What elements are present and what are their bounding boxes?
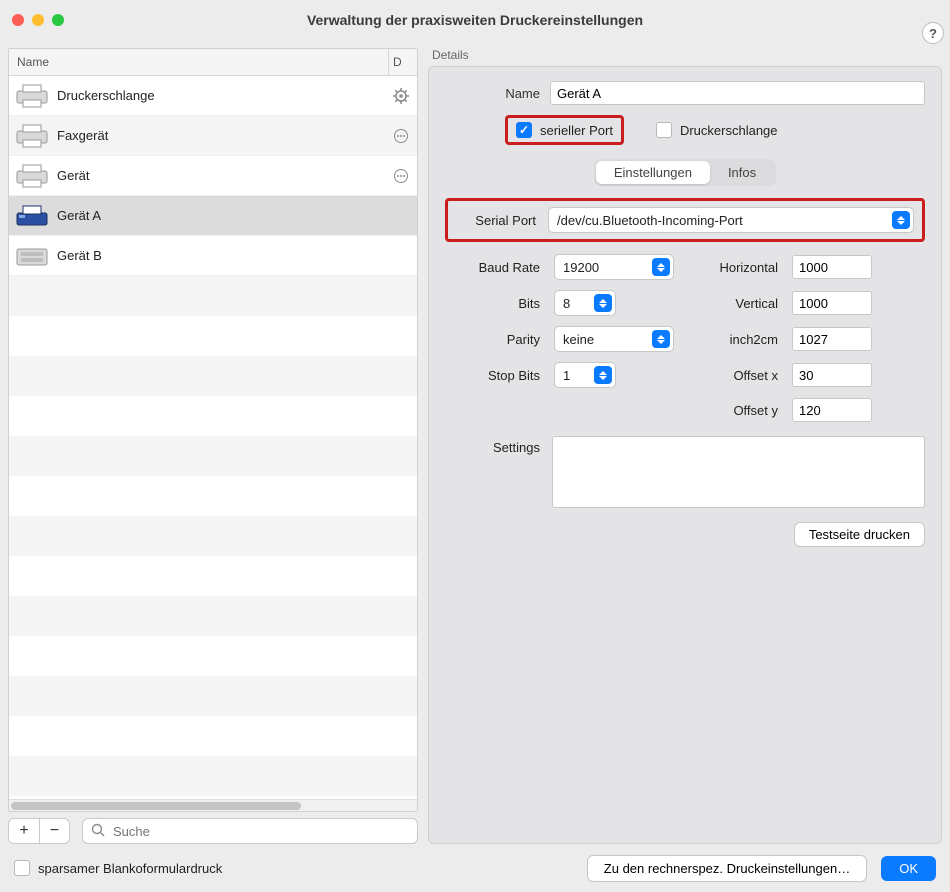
empty-row	[9, 756, 417, 796]
bits-label: Bits	[445, 296, 540, 311]
zoom-window-button[interactable]	[52, 14, 64, 26]
chevron-updown-icon	[892, 211, 910, 229]
empty-row	[9, 516, 417, 556]
sparse-blank-checkbox[interactable]: sparsamer Blankoformulardruck	[14, 860, 222, 876]
checkbox-icon	[14, 860, 30, 876]
stopbits-select[interactable]: 1	[554, 362, 616, 388]
offsetx-label: Offset x	[688, 368, 778, 383]
empty-row	[9, 596, 417, 636]
remove-button[interactable]: −	[39, 819, 69, 843]
name-label: Name	[445, 86, 540, 101]
stopbits-label: Stop Bits	[445, 368, 540, 383]
list-item-label: Gerät	[57, 168, 391, 183]
more-icon[interactable]	[391, 166, 411, 186]
serial-port-checkbox[interactable]: serieller Port	[505, 115, 624, 145]
horizontal-field[interactable]	[792, 255, 872, 279]
col-d[interactable]: D	[389, 49, 417, 75]
name-field[interactable]	[550, 81, 925, 105]
list-item[interactable]: Gerät A	[9, 196, 417, 236]
serial-port-value: /dev/cu.Bluetooth-Incoming-Port	[557, 213, 743, 228]
bits-select[interactable]: 8	[554, 290, 616, 316]
baud-select[interactable]: 19200	[554, 254, 674, 280]
chevron-updown-icon	[652, 330, 670, 348]
parity-select[interactable]: keine	[554, 326, 674, 352]
search-field[interactable]	[82, 818, 418, 844]
parity-label: Parity	[445, 332, 540, 347]
search-input[interactable]	[111, 823, 409, 840]
more-icon[interactable]	[391, 126, 411, 146]
vertical-field[interactable]	[792, 291, 872, 315]
col-name[interactable]: Name	[9, 49, 389, 75]
close-window-button[interactable]	[12, 14, 24, 26]
offsety-field[interactable]	[792, 398, 872, 422]
empty-row	[9, 396, 417, 436]
print-queue-checkbox[interactable]: Druckerschlange	[648, 118, 786, 142]
print-queue-check-label: Druckerschlange	[680, 123, 778, 138]
list-item-label: Druckerschlange	[57, 88, 391, 103]
minimize-window-button[interactable]	[32, 14, 44, 26]
print-testpage-button[interactable]: Testseite drucken	[794, 522, 925, 547]
checkbox-icon	[656, 122, 672, 138]
empty-row	[9, 276, 417, 316]
list-item[interactable]: Gerät B	[9, 236, 417, 276]
details-panel: Name serieller Port Druckerschlange Eins…	[428, 66, 942, 844]
printer-icon	[15, 163, 49, 189]
serial-port-label: Serial Port	[456, 213, 536, 228]
empty-row	[9, 476, 417, 516]
gear-icon[interactable]	[391, 86, 411, 106]
table-header: Name D	[9, 49, 417, 76]
baud-label: Baud Rate	[445, 260, 540, 275]
window-controls	[12, 14, 64, 26]
printer-icon	[15, 123, 49, 149]
computer-settings-button[interactable]: Zu den rechnerspez. Druckeinstellungen…	[587, 855, 867, 882]
search-icon	[91, 823, 105, 840]
titlebar: Verwaltung der praxisweiten Druckereinst…	[0, 0, 950, 40]
list-item[interactable]: Faxgerät	[9, 116, 417, 156]
tab-settings[interactable]: Einstellungen	[596, 161, 710, 184]
tab-group: Einstellungen Infos	[594, 159, 776, 186]
add-remove-segment: + −	[8, 818, 70, 844]
printer-icon	[15, 203, 49, 229]
serial-port-row: Serial Port /dev/cu.Bluetooth-Incoming-P…	[445, 198, 925, 242]
empty-row	[9, 716, 417, 756]
add-button[interactable]: +	[9, 819, 39, 843]
settings-label: Settings	[445, 436, 540, 455]
inch2cm-label: inch2cm	[688, 332, 778, 347]
list-item[interactable]: Druckerschlange	[9, 76, 417, 116]
details-label: Details	[432, 48, 942, 62]
tab-infos[interactable]: Infos	[710, 161, 774, 184]
empty-row	[9, 316, 417, 356]
empty-row	[9, 556, 417, 596]
checkbox-icon	[516, 122, 532, 138]
ok-button[interactable]: OK	[881, 856, 936, 881]
inch2cm-field[interactable]	[792, 327, 872, 351]
list-item[interactable]: Gerät	[9, 156, 417, 196]
printer-icon	[15, 243, 49, 269]
settings-textarea[interactable]	[552, 436, 925, 508]
chevron-updown-icon	[652, 258, 670, 276]
printer-icon	[15, 83, 49, 109]
chevron-updown-icon	[594, 366, 612, 384]
printer-list: Name D Druckerschlange	[8, 48, 418, 812]
empty-row	[9, 436, 417, 476]
chevron-updown-icon	[594, 294, 612, 312]
empty-row	[9, 636, 417, 676]
offsety-label: Offset y	[688, 403, 778, 418]
sparse-blank-label: sparsamer Blankoformulardruck	[38, 861, 222, 876]
list-item-label: Gerät B	[57, 248, 411, 263]
offsetx-field[interactable]	[792, 363, 872, 387]
vertical-label: Vertical	[688, 296, 778, 311]
horizontal-scrollbar[interactable]	[9, 799, 417, 811]
serial-port-check-label: serieller Port	[540, 123, 613, 138]
empty-row	[9, 676, 417, 716]
serial-port-select[interactable]: /dev/cu.Bluetooth-Incoming-Port	[548, 207, 914, 233]
list-item-label: Gerät A	[57, 208, 411, 223]
horizontal-label: Horizontal	[688, 260, 778, 275]
window-title: Verwaltung der praxisweiten Druckereinst…	[0, 12, 950, 28]
list-item-label: Faxgerät	[57, 128, 391, 143]
help-button[interactable]: ?	[922, 22, 944, 44]
empty-row	[9, 356, 417, 396]
